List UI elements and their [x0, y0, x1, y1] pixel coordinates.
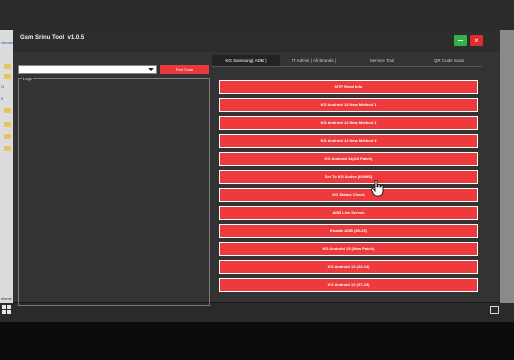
kg-android14-method3-button[interactable]: KG Android 14 New Method 3 [219, 134, 478, 148]
set-kg-active-button[interactable]: Set To KG Active (KNMS) [219, 170, 478, 184]
tab-divider [212, 66, 482, 67]
windows-start-icon[interactable] [2, 305, 11, 314]
screen-bezel [0, 322, 514, 360]
folder-icon [4, 64, 11, 69]
chevron-down-icon[interactable] [148, 68, 154, 71]
folder-icon [4, 74, 11, 79]
kg-status-check-button[interactable]: KG Status Check [219, 188, 478, 202]
minimize-icon[interactable] [454, 35, 467, 46]
enable-adb-button[interactable]: Enable ADB (85-23) [219, 224, 478, 238]
tab-qr-code-scan[interactable]: QR Code Scan [416, 55, 482, 66]
desktop-fragment-text: eleme [1, 296, 12, 301]
port-scan-button[interactable]: Port Scan [160, 65, 209, 74]
notification-icon[interactable] [490, 306, 499, 314]
hand-cursor-icon [371, 180, 384, 197]
tab-service-tool[interactable]: Service Tool [348, 55, 416, 66]
desktop-right-fragment [500, 30, 514, 310]
kg-android12-07-23-button[interactable]: KG Android 12 (07-23) [219, 278, 478, 292]
kg-android14-all-patch-button[interactable]: KG Android 14(All Patch) [219, 152, 478, 166]
app-title: Gsm Srinu Tool v1.0.5 [20, 35, 85, 41]
folder-icon [4, 122, 11, 127]
desktop-fragment-text: O [1, 84, 5, 89]
close-icon[interactable]: × [470, 35, 483, 46]
folder-icon [4, 134, 11, 139]
kg-android14-method2-button[interactable]: KG Android 14 New Method 2 [219, 116, 478, 130]
kg-android14-method1-button[interactable]: KG Android 14 New Method 1 [219, 98, 478, 112]
desktop-fragment-text: E [1, 96, 4, 101]
title-bar[interactable]: Gsm Srinu Tool v1.0.5 × [13, 30, 500, 52]
tab-strip: KG Samsung( ADB ) IT Admin ( All Brands … [212, 55, 482, 66]
log-panel[interactable]: Logs [18, 76, 210, 306]
kg-android13-23-24-button[interactable]: KG Android 13 (23-24) [219, 260, 478, 274]
tab-it-admin[interactable]: IT Admin ( All Brands ) [280, 55, 348, 66]
folder-icon [4, 108, 11, 113]
kg-android13-new-patch-button[interactable]: KG Android 13 (New Patch) [219, 242, 478, 256]
desktop-left-window-fragment: chrome O E eleme [0, 30, 14, 310]
port-select[interactable] [18, 65, 157, 74]
log-label: Logs [22, 76, 33, 81]
adb-live-screen-button[interactable]: ADB Live Screen [219, 206, 478, 220]
folder-icon [4, 146, 11, 151]
tab-kg-samsung-adb[interactable]: KG Samsung( ADB ) [212, 55, 280, 66]
mtp-read-info-button[interactable]: MTP Read Info [219, 80, 478, 94]
desktop-top-area [0, 0, 514, 30]
screen: chrome O E eleme Gsm Srinu Tool v1.0.5 ×… [0, 0, 514, 360]
app-window: Gsm Srinu Tool v1.0.5 × Port Scan Logs K… [13, 30, 500, 306]
